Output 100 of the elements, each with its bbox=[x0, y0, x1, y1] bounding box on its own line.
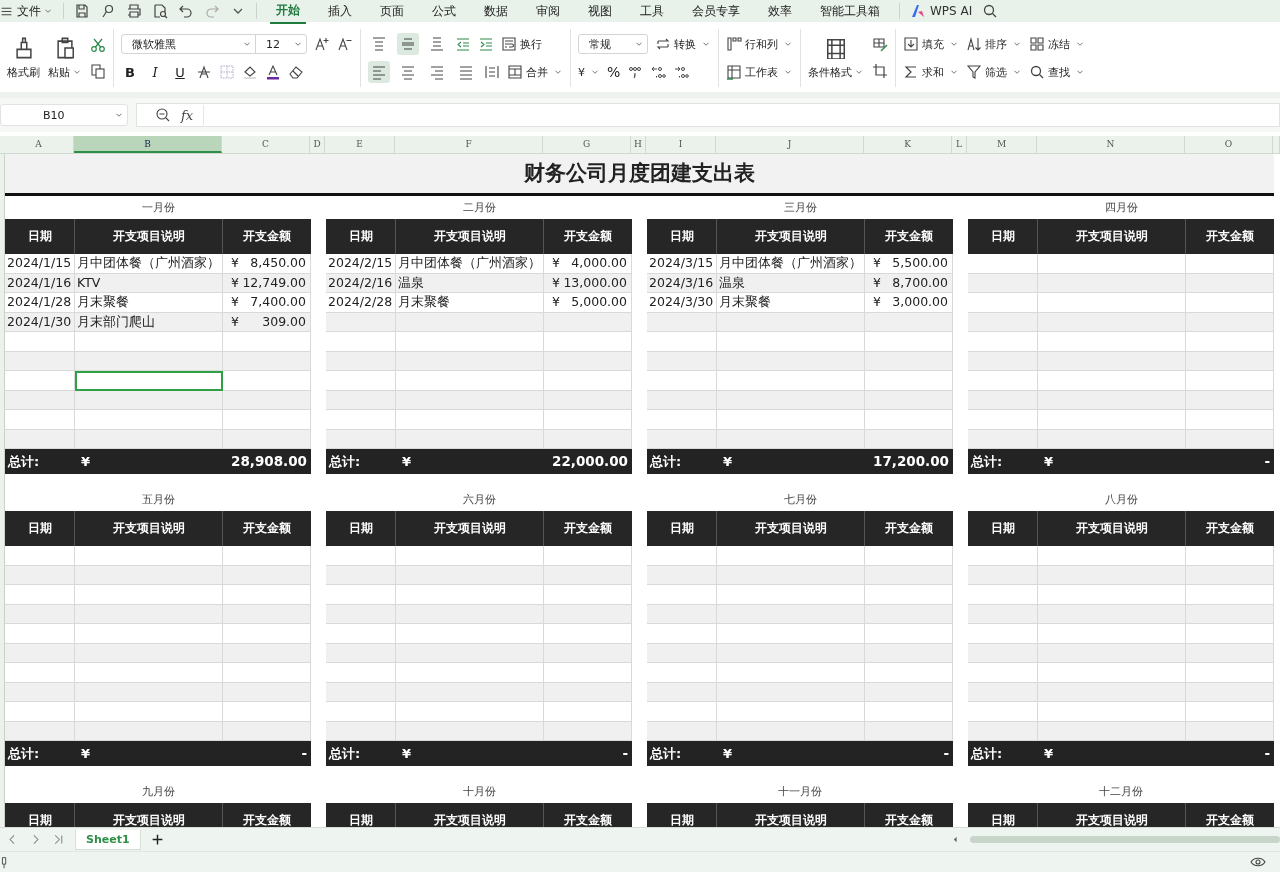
crop-icon[interactable] bbox=[872, 63, 888, 79]
ribbon-tab[interactable]: 效率 bbox=[762, 0, 798, 23]
column-header[interactable]: L bbox=[952, 136, 967, 153]
paste-button[interactable]: 粘贴 bbox=[48, 36, 82, 80]
undo-icon[interactable] bbox=[178, 3, 194, 19]
add-sheet-icon[interactable] bbox=[150, 833, 164, 846]
merge-button[interactable]: 合并 bbox=[507, 64, 563, 80]
column-header[interactable]: D bbox=[310, 136, 325, 153]
ribbon-tab[interactable]: 公式 bbox=[426, 0, 462, 23]
column-header[interactable]: F bbox=[395, 136, 543, 153]
currency-symbol: ¥ bbox=[873, 254, 881, 272]
format-painter-button[interactable]: 格式刷 bbox=[7, 36, 40, 80]
ribbon-tab[interactable]: 页面 bbox=[374, 0, 410, 23]
ribbon-tab[interactable]: 审阅 bbox=[530, 0, 566, 23]
table-cell: 月末聚餐 bbox=[75, 293, 223, 313]
decrease-indent-icon[interactable] bbox=[455, 36, 471, 52]
eraser-icon[interactable] bbox=[288, 64, 304, 80]
ribbon-tab[interactable]: 智能工具箱 bbox=[814, 0, 886, 23]
font-size-dropdown[interactable]: 12 bbox=[255, 34, 307, 54]
strikethrough-icon[interactable] bbox=[196, 64, 212, 80]
underline-button[interactable]: U bbox=[171, 64, 189, 80]
font-color-icon[interactable] bbox=[265, 64, 281, 80]
currency-symbol: ¥ bbox=[722, 453, 734, 471]
align-left-icon bbox=[371, 64, 387, 80]
search-icon[interactable] bbox=[982, 3, 999, 19]
table-cell bbox=[647, 663, 717, 683]
ai-button[interactable]: WPS AI bbox=[930, 4, 973, 18]
column-header[interactable]: K bbox=[864, 136, 952, 153]
column-header[interactable]: E bbox=[325, 136, 395, 153]
conditional-format-button[interactable]: 条件格式 bbox=[808, 36, 864, 80]
column-header[interactable]: M bbox=[967, 136, 1037, 153]
wrap-text-button[interactable]: 换行 bbox=[501, 36, 542, 52]
column-header[interactable]: I bbox=[646, 136, 716, 153]
zoom-icon[interactable] bbox=[155, 107, 171, 123]
sort-button[interactable]: 排序 bbox=[966, 36, 1022, 52]
increase-font-icon[interactable] bbox=[314, 36, 330, 52]
table-cell: 2024/1/28 bbox=[5, 293, 75, 313]
print-preview-icon[interactable] bbox=[152, 3, 168, 19]
rows-columns-button[interactable]: 行和列 bbox=[726, 36, 793, 52]
cell-style-icon[interactable] bbox=[872, 37, 888, 53]
currency-symbol: ¥ bbox=[231, 312, 239, 331]
freeze-button[interactable]: 冻结 bbox=[1029, 36, 1085, 52]
table-cell bbox=[968, 371, 1038, 391]
ribbon-tab[interactable]: 会员专享 bbox=[686, 0, 746, 23]
ribbon-tab[interactable]: 插入 bbox=[322, 0, 358, 23]
column-header[interactable]: C bbox=[222, 136, 310, 153]
scissors-icon[interactable] bbox=[90, 37, 106, 53]
save-icon[interactable] bbox=[74, 3, 90, 19]
name-box[interactable]: B10 bbox=[0, 104, 128, 126]
convert-button[interactable]: 转换 bbox=[655, 36, 711, 52]
amount-text: 309.00 bbox=[262, 312, 306, 331]
table-cell bbox=[647, 546, 717, 566]
filter-button[interactable]: 筛选 bbox=[966, 64, 1022, 80]
currency-button[interactable]: ¥ bbox=[578, 65, 600, 79]
scroll-left-icon[interactable] bbox=[951, 835, 960, 844]
columns-icon bbox=[726, 36, 742, 52]
number-format-dropdown[interactable]: 常规 bbox=[578, 34, 648, 54]
file-menu[interactable]: 文件 bbox=[17, 2, 53, 20]
sum-button[interactable]: 求和 bbox=[903, 64, 959, 80]
column-header[interactable]: G bbox=[543, 136, 631, 153]
worksheet-button[interactable]: 工作表 bbox=[726, 64, 793, 80]
ribbon-tab[interactable]: 工具 bbox=[634, 0, 670, 23]
amount-text: 3,000.00 bbox=[892, 293, 948, 311]
fill-color-icon[interactable] bbox=[242, 64, 258, 80]
column-header[interactable]: O bbox=[1185, 136, 1273, 153]
decrease-decimal-icon[interactable] bbox=[650, 64, 667, 80]
align-button[interactable] bbox=[397, 33, 419, 55]
find-button[interactable]: 查找 bbox=[1029, 64, 1085, 80]
font-dropdown[interactable]: 微软雅黑 bbox=[121, 34, 256, 54]
align-button[interactable] bbox=[368, 61, 390, 83]
distribute-icon[interactable] bbox=[484, 64, 500, 80]
column-header[interactable]: J bbox=[716, 136, 864, 153]
horizontal-scrollbar[interactable] bbox=[970, 836, 1280, 843]
key-icon[interactable] bbox=[100, 3, 116, 19]
decrease-font-icon[interactable] bbox=[337, 36, 353, 52]
column-header[interactable]: B bbox=[74, 136, 222, 153]
table-cell bbox=[968, 624, 1038, 644]
copy-icon[interactable] bbox=[90, 63, 106, 79]
table-cell bbox=[5, 546, 75, 566]
ribbon-tab[interactable]: 开始 bbox=[270, 0, 306, 24]
sheet-tab[interactable]: Sheet1 bbox=[75, 829, 141, 850]
table-cell: 2024/3/15 bbox=[647, 254, 717, 274]
print-icon[interactable] bbox=[126, 3, 142, 19]
column-heading: 开支金额 bbox=[1205, 520, 1255, 537]
grid-icon bbox=[1029, 36, 1045, 52]
column-header[interactable]: H bbox=[631, 136, 646, 153]
function-button[interactable]: fx bbox=[181, 107, 194, 123]
ribbon-tab[interactable]: 视图 bbox=[582, 0, 618, 23]
fill-button[interactable]: 填充 bbox=[903, 36, 959, 52]
last-sheet-icon[interactable] bbox=[52, 833, 65, 846]
column-header[interactable]: N bbox=[1037, 136, 1185, 153]
search-icon bbox=[1029, 64, 1045, 80]
table-cell bbox=[326, 702, 396, 722]
increase-decimal-icon[interactable] bbox=[673, 64, 690, 80]
thousands-icon[interactable] bbox=[627, 64, 644, 80]
bold-button[interactable]: B bbox=[121, 64, 139, 80]
month-label: 九月份 bbox=[140, 784, 176, 800]
percent-button[interactable]: % bbox=[607, 64, 621, 80]
italic-button[interactable]: I bbox=[146, 64, 164, 80]
ribbon-tab[interactable]: 数据 bbox=[478, 0, 514, 23]
